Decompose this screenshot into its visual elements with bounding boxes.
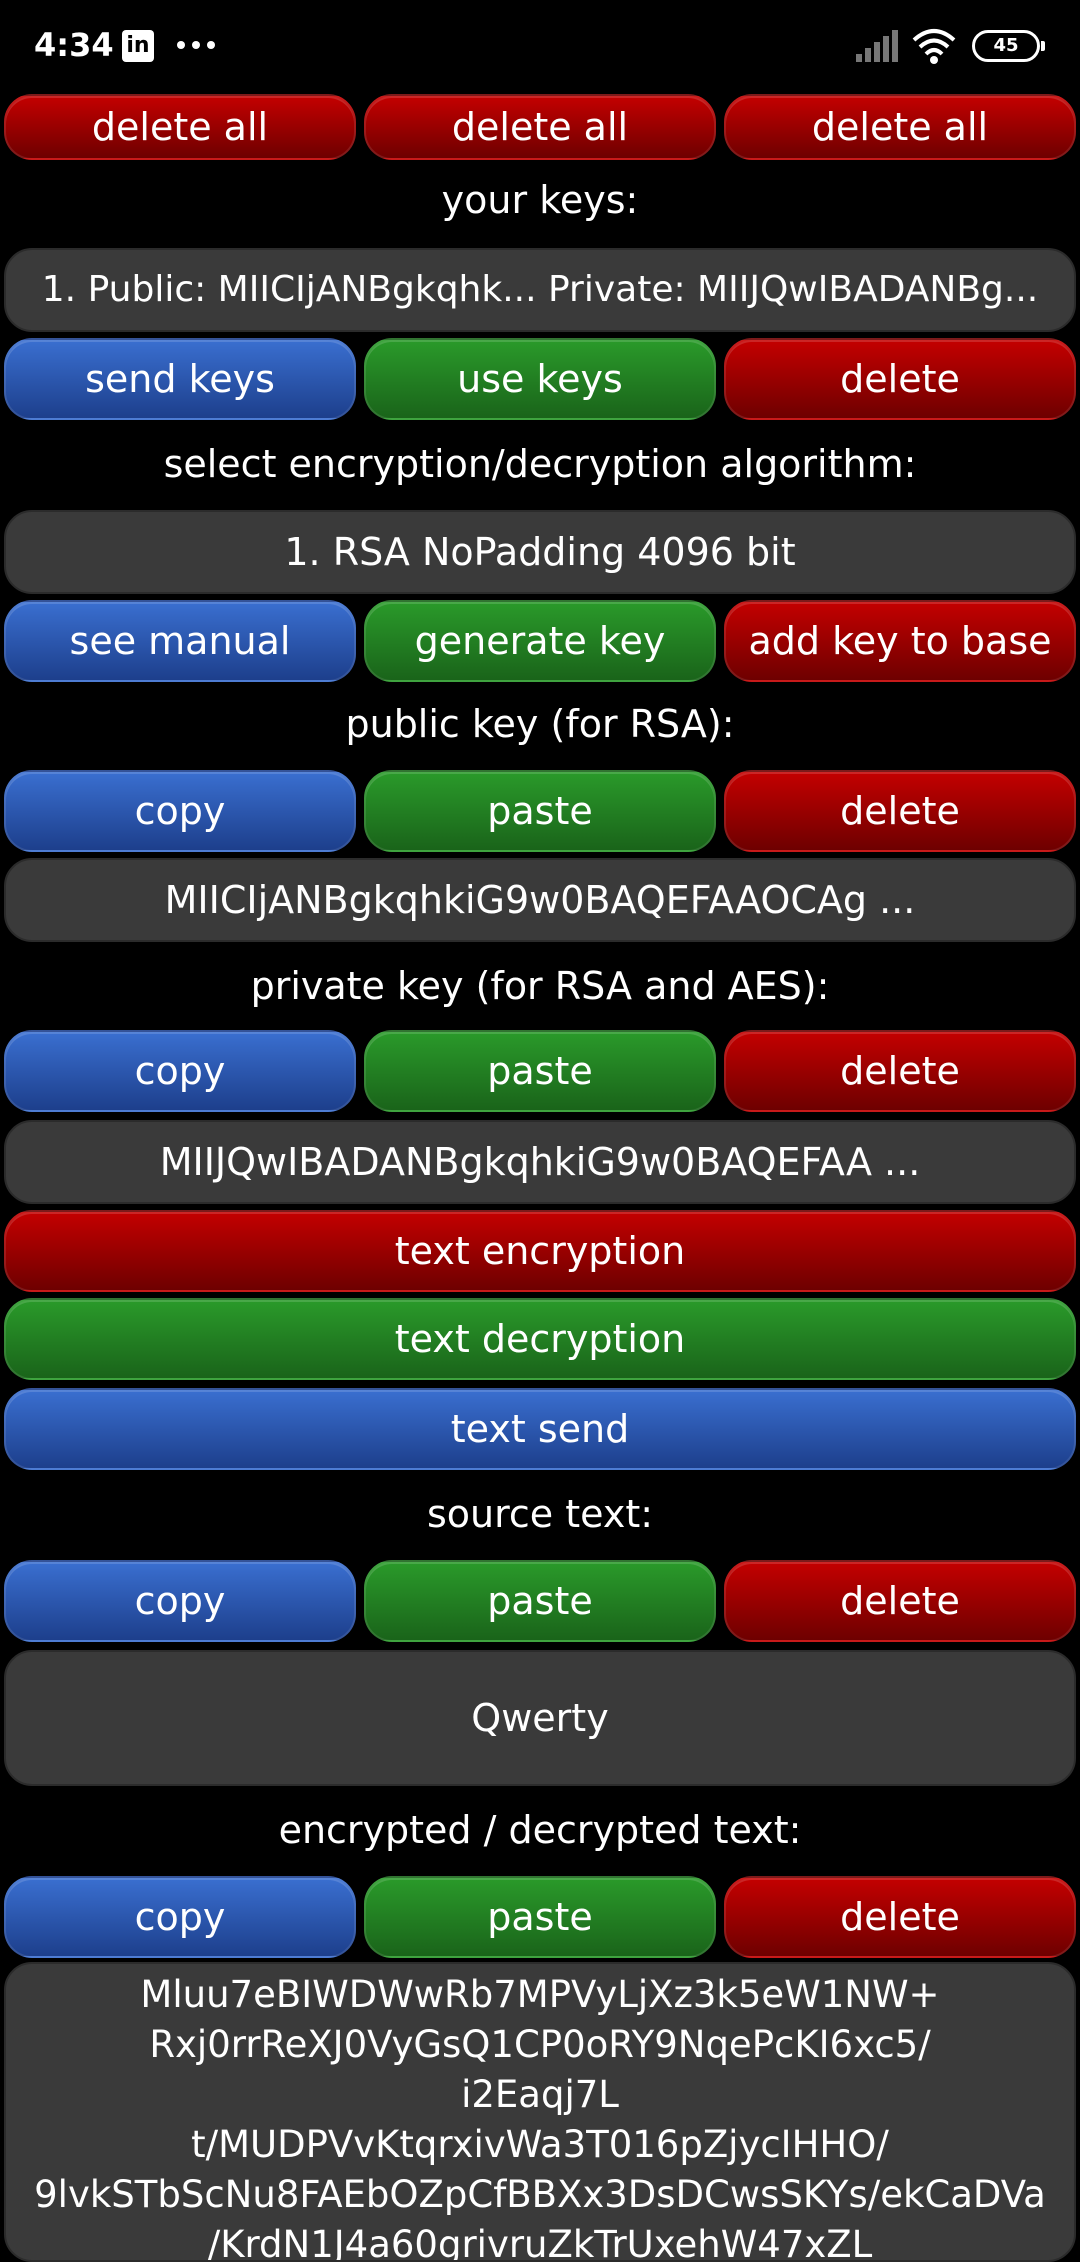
source-text-label: source text: [426,1492,654,1536]
see-manual-button[interactable]: see manual [4,600,356,682]
use-keys-button[interactable]: use keys [364,338,716,420]
add-key-to-base-button[interactable]: add key to base [724,600,1076,682]
delete-all-button-1[interactable]: delete all [4,94,356,160]
public-key-delete-button[interactable]: delete [724,770,1076,852]
your-keys-label: your keys: [441,178,639,222]
result-text-label: encrypted / decrypted text: [278,1808,802,1852]
private-key-label: private key (for RSA and AES): [250,964,830,1008]
result-line: /KrdN1J4a60grivruZkTrUxehW47xZL [207,2223,873,2262]
public-key-copy-button[interactable]: copy [4,770,356,852]
algorithm-selector[interactable]: 1. RSA NoPadding 4096 bit [4,510,1076,594]
wifi-icon [912,29,956,64]
generate-key-button[interactable]: generate key [364,600,716,682]
result-paste-button[interactable]: paste [364,1876,716,1958]
more-dots-icon [177,41,215,49]
result-line: t/MUDPVvKtqrxivWa3T016pZjycIHHO/ [191,2123,889,2166]
source-text-field[interactable]: Qwerty [4,1650,1076,1786]
public-key-field[interactable]: MIICIjANBgkqhkiG9w0BAQEFAAOCAg ... [4,858,1076,942]
result-line: Mluu7eBIWDWwRb7MPVyLjXz3k5eW1NW+ [140,1973,940,2016]
private-key-delete-button[interactable]: delete [724,1030,1076,1112]
linkedin-icon: in [122,30,154,62]
text-decryption-button[interactable]: text decryption [4,1298,1076,1380]
result-delete-button[interactable]: delete [724,1876,1076,1958]
algorithm-label: select encryption/decryption algorithm: [163,442,917,486]
battery-icon: 45 [972,30,1045,62]
clock: 4:34 [34,26,114,64]
result-text-field[interactable]: Mluu7eBIWDWwRb7MPVyLjXz3k5eW1NW+ Rxj0rrR… [4,1962,1076,2262]
private-key-paste-button[interactable]: paste [364,1030,716,1112]
source-delete-button[interactable]: delete [724,1560,1076,1642]
delete-all-button-2[interactable]: delete all [364,94,716,160]
result-line: Rxj0rrReXJ0VyGsQ1CP0oRY9NqePcKI6xc5/ [149,2023,931,2066]
public-key-label: public key (for RSA): [345,702,735,746]
result-line: i2Eaqj7L [461,2073,619,2116]
send-keys-button[interactable]: send keys [4,338,356,420]
delete-keys-button[interactable]: delete [724,338,1076,420]
delete-all-button-3[interactable]: delete all [724,94,1076,160]
status-bar: 4:34 in 45 [0,0,1080,92]
signal-icon [856,30,898,62]
key-selector[interactable]: 1. Public: MIICIjANBgkqhk... Private: MI… [4,248,1076,332]
public-key-paste-button[interactable]: paste [364,770,716,852]
source-paste-button[interactable]: paste [364,1560,716,1642]
result-line: 9lvkSTbScNu8FAEbOZpCfBBXx3DsDCwsSKYs/ekC… [34,2173,1046,2216]
source-copy-button[interactable]: copy [4,1560,356,1642]
private-key-field[interactable]: MIIJQwIBADANBgkqhkiG9w0BAQEFAA ... [4,1120,1076,1204]
text-encryption-button[interactable]: text encryption [4,1210,1076,1292]
text-send-button[interactable]: text send [4,1388,1076,1470]
result-copy-button[interactable]: copy [4,1876,356,1958]
private-key-copy-button[interactable]: copy [4,1030,356,1112]
